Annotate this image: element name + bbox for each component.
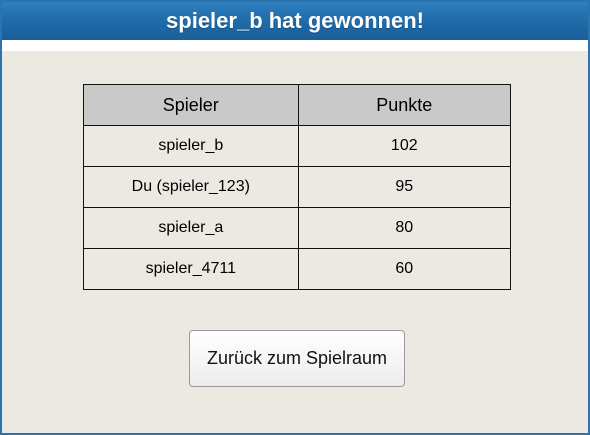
game-over-dialog: spieler_b hat gewonnen! Spieler Punkte s… bbox=[0, 0, 590, 435]
player-name: spieler_b bbox=[83, 125, 299, 167]
player-points: 80 bbox=[297, 207, 512, 249]
table-row: spieler_b 102 bbox=[83, 125, 512, 167]
player-name: spieler_4711 bbox=[83, 248, 299, 290]
header-player: Spieler bbox=[83, 84, 299, 126]
header-points: Punkte bbox=[297, 84, 512, 126]
table-row: Du (spieler_123) 95 bbox=[83, 166, 512, 208]
scoreboard-header-row: Spieler Punkte bbox=[83, 84, 512, 126]
title-separator bbox=[2, 40, 588, 51]
scoreboard-table: Spieler Punkte spieler_b 102 Du (spieler… bbox=[83, 84, 512, 290]
player-points: 60 bbox=[297, 248, 512, 290]
table-row: spieler_4711 60 bbox=[83, 248, 512, 290]
player-name: Du (spieler_123) bbox=[83, 166, 299, 208]
player-name: spieler_a bbox=[83, 207, 299, 249]
player-points: 102 bbox=[297, 125, 512, 167]
table-row: spieler_a 80 bbox=[83, 207, 512, 249]
back-to-lobby-button[interactable]: Zurück zum Spielraum bbox=[189, 330, 405, 387]
winner-title: spieler_b hat gewonnen! bbox=[2, 2, 588, 40]
player-points: 95 bbox=[297, 166, 512, 208]
